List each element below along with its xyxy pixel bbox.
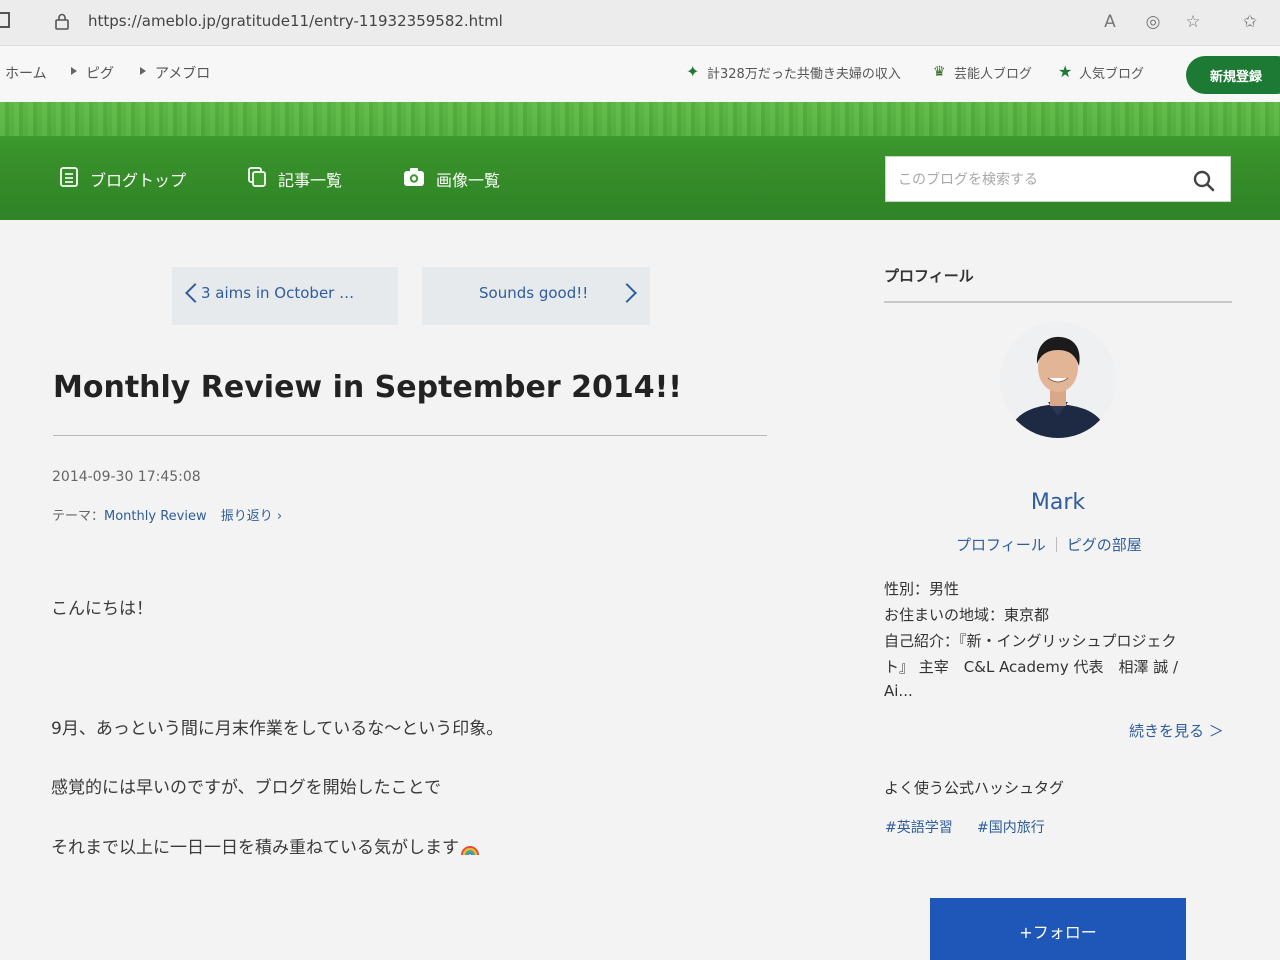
body-paragraph: それまで以上に一日一日を積み重ねている気がします	[51, 833, 479, 858]
nav-label: 画像一覧	[436, 171, 501, 190]
rainbow-emoji-icon	[461, 846, 479, 855]
body-paragraph: 9月、あっという間に月末作業をしているな～という印象。	[51, 719, 504, 739]
browser-address-bar: https://ameblo.jp/gratitude11/entry-1193…	[0, 0, 1280, 46]
nav-entry-list[interactable]: 記事一覧	[248, 165, 358, 191]
follow-button[interactable]: +フォロー	[930, 898, 1186, 960]
nav-image-list[interactable]: 画像一覧	[403, 165, 513, 191]
site-header: ホーム ピグ アメブロ ✦ 計328万だった共働き夫婦の収入 ♛ 芸能人ブログ …	[0, 46, 1280, 102]
entry-theme: テーマ：Monthly Review 振り返り ›	[52, 505, 282, 524]
pigg-room-link[interactable]: ピグの部屋	[1067, 536, 1142, 554]
breadcrumb-arrow-icon	[140, 67, 146, 75]
breadcrumb-arrow-icon	[71, 67, 77, 75]
read-more-link[interactable]: 続きを見る ＞	[1129, 720, 1224, 741]
header-link-income[interactable]: 計328万だった共働き夫婦の収入	[707, 63, 901, 82]
header-link-celebrity[interactable]: 芸能人ブログ	[954, 63, 1032, 82]
breadcrumb-home[interactable]: ホーム	[5, 63, 47, 83]
camera-icon	[404, 168, 424, 186]
breadcrumb-ameblo[interactable]: アメブロ	[155, 63, 210, 83]
profile-name[interactable]: Mark	[884, 490, 1232, 515]
body-text: それまで以上に一日一日を積み重ねている気がします	[51, 838, 459, 858]
blog-banner: ブログトップ 記事一覧 画像一覧	[0, 102, 1280, 220]
home-icon[interactable]	[0, 12, 10, 28]
crown-icon: ♛	[933, 64, 946, 80]
profile-region: お住まいの地域：東京都	[884, 606, 1050, 624]
entry-date: 2014-09-30 17:45:08	[52, 469, 201, 485]
blog-search-box	[885, 156, 1231, 202]
next-entry-title: Sounds good!!	[479, 284, 589, 302]
profile-gender: 性別：男性	[884, 580, 960, 598]
nav-label: 記事一覧	[278, 171, 343, 190]
favorites-icon[interactable]: ✩	[1238, 12, 1262, 32]
profile-intro: 自己紹介：『新・イングリッシュプロジェク	[884, 632, 1177, 650]
prev-entry-link[interactable]: 3 aims in October …	[172, 267, 398, 325]
profile-links: プロフィール ピグの部屋	[956, 534, 1142, 555]
nav-blog-top[interactable]: ブログトップ	[60, 165, 200, 191]
chevron-right-icon	[617, 283, 637, 303]
breadcrumb-pigg[interactable]: ピグ	[86, 63, 114, 83]
link-divider	[1055, 537, 1057, 552]
theme-link[interactable]: Monthly Review	[104, 509, 207, 524]
grass-decoration	[0, 102, 1280, 136]
prev-entry-title: 3 aims in October …	[201, 284, 355, 302]
body-paragraph: 感覚的には早いのですが、ブログを開始したことで	[51, 778, 442, 798]
header-link-popular[interactable]: 人気ブログ	[1079, 63, 1144, 82]
profile-divider	[884, 301, 1232, 303]
signup-button[interactable]: 新規登録	[1186, 56, 1280, 94]
body-paragraph: こんにちは！	[51, 599, 153, 619]
hashtag-link[interactable]: #国内旅行	[977, 817, 1045, 837]
url-field[interactable]: https://ameblo.jp/gratitude11/entry-1193…	[88, 12, 503, 30]
document-icon	[60, 167, 78, 187]
read-aloud-icon[interactable]: A	[1098, 12, 1122, 32]
nav-label: ブログトップ	[90, 171, 187, 190]
profile-intro: Ai...	[884, 682, 913, 700]
title-divider	[53, 435, 767, 436]
avatar-photo	[1000, 322, 1116, 438]
entry-title: Monthly Review in September 2014!!	[53, 370, 682, 405]
copy-icon	[248, 167, 266, 187]
sparkle-icon: ✦	[686, 62, 700, 81]
hashtags-title: よく使う公式ハッシュタグ	[884, 779, 1065, 797]
avatar[interactable]	[1000, 322, 1116, 438]
tracking-prevention-icon[interactable]: ◎	[1141, 12, 1165, 32]
profile-link[interactable]: プロフィール	[956, 536, 1046, 554]
hashtag-link[interactable]: #英語学習	[885, 817, 953, 837]
lock-icon[interactable]	[55, 13, 69, 30]
add-favorite-icon[interactable]: ☆	[1181, 12, 1205, 32]
profile-intro: ト』 主宰 C&L Academy 代表 相澤 誠 /	[884, 658, 1179, 676]
star-icon: ★	[1058, 62, 1073, 81]
next-entry-link[interactable]: Sounds good!!	[422, 267, 650, 325]
theme-label: テーマ：	[52, 509, 105, 524]
profile-heading: プロフィール	[884, 267, 974, 285]
search-input[interactable]	[898, 169, 1178, 191]
chevron-right-icon: ›	[276, 509, 283, 524]
theme-tag-link[interactable]: 振り返り	[221, 509, 273, 524]
search-icon[interactable]	[1192, 169, 1216, 193]
